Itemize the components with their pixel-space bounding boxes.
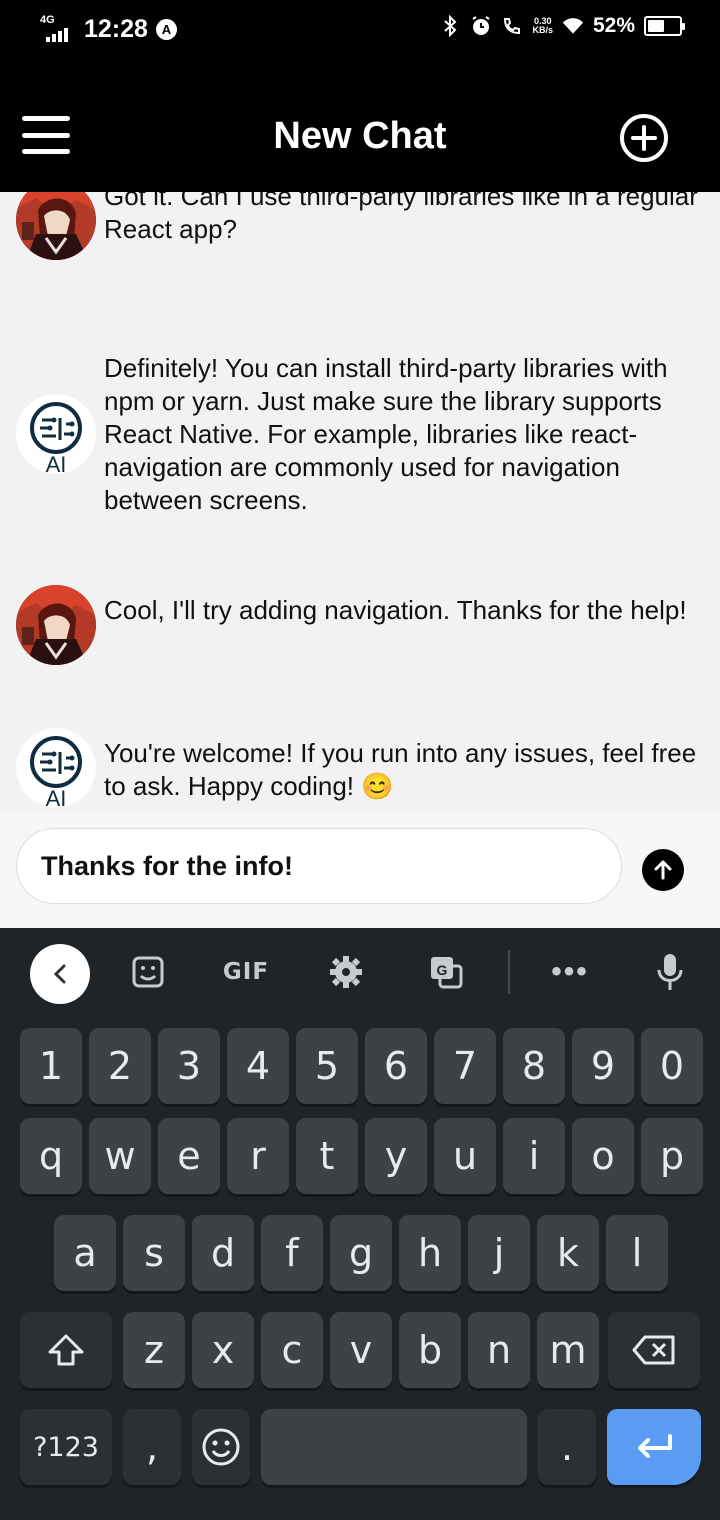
- status-bar: 4G 12:28 A 0.30 KB/s 52%: [0, 0, 720, 60]
- key-v[interactable]: v: [330, 1312, 392, 1388]
- gif-button[interactable]: GIF: [218, 952, 274, 992]
- enter-icon: [638, 1434, 672, 1458]
- key-o[interactable]: o: [572, 1118, 634, 1194]
- message-composer: Thanks for the info!: [0, 812, 720, 928]
- wifi-icon: [562, 14, 584, 38]
- symbols-key[interactable]: ?123: [20, 1409, 112, 1485]
- speed-unit: KB/s: [532, 25, 553, 35]
- user-avatar: [16, 192, 96, 260]
- enter-key[interactable]: [607, 1409, 701, 1485]
- key-i[interactable]: i: [503, 1118, 565, 1194]
- key-q[interactable]: q: [20, 1118, 82, 1194]
- key-h[interactable]: h: [399, 1215, 461, 1291]
- send-button[interactable]: [642, 849, 684, 891]
- toolbar-divider: [508, 950, 510, 994]
- keyboard-back-button[interactable]: [30, 944, 90, 1004]
- key-8[interactable]: 8: [503, 1028, 565, 1104]
- bluetooth-icon: [439, 14, 461, 38]
- space-bar[interactable]: [261, 1409, 527, 1485]
- new-chat-button[interactable]: [618, 112, 670, 164]
- key-l[interactable]: l: [606, 1215, 668, 1291]
- message-text: Cool, I'll try adding navigation. Thanks…: [104, 595, 687, 625]
- key-w[interactable]: w: [89, 1118, 151, 1194]
- emoji-icon: [202, 1428, 240, 1466]
- key-c[interactable]: c: [261, 1312, 323, 1388]
- key-k[interactable]: k: [537, 1215, 599, 1291]
- key-b[interactable]: b: [399, 1312, 461, 1388]
- keyboard: GIF G ••• 1234567890 qwertyuiop asdfghjkl z…: [0, 928, 720, 1520]
- shift-icon: [48, 1334, 84, 1366]
- key-4[interactable]: 4: [227, 1028, 289, 1104]
- wifi-calling-icon: [501, 14, 523, 38]
- arrow-up-icon: [654, 860, 672, 880]
- microphone-icon[interactable]: [652, 952, 688, 992]
- key-z[interactable]: z: [123, 1312, 185, 1388]
- key-0[interactable]: 0: [641, 1028, 703, 1104]
- key-n[interactable]: n: [468, 1312, 530, 1388]
- key-comma[interactable]: ,: [123, 1409, 181, 1485]
- battery-fill: [648, 20, 664, 32]
- key-y[interactable]: y: [365, 1118, 427, 1194]
- chat-messages[interactable]: Got it. Can I use third-party libraries …: [0, 192, 720, 812]
- key-t[interactable]: t: [296, 1118, 358, 1194]
- key-u[interactable]: u: [434, 1118, 496, 1194]
- backspace-key[interactable]: [608, 1312, 700, 1388]
- backspace-icon: [632, 1335, 675, 1365]
- key-period[interactable]: .: [538, 1409, 596, 1485]
- chevron-left-icon: [53, 964, 66, 984]
- key-5[interactable]: 5: [296, 1028, 358, 1104]
- svg-text:G: G: [437, 962, 448, 978]
- more-icon[interactable]: •••: [550, 952, 590, 992]
- battery-icon: [644, 16, 685, 36]
- ai-avatar: [16, 394, 96, 474]
- key-x[interactable]: x: [192, 1312, 254, 1388]
- message-input[interactable]: Thanks for the info!: [16, 828, 622, 904]
- key-p[interactable]: p: [641, 1118, 703, 1194]
- key-7[interactable]: 7: [434, 1028, 496, 1104]
- key-r[interactable]: r: [227, 1118, 289, 1194]
- key-g[interactable]: g: [330, 1215, 392, 1291]
- message-text: Got it. Can I use third-party libraries …: [104, 192, 698, 244]
- key-f[interactable]: f: [261, 1215, 323, 1291]
- battery-percentage: 52%: [592, 14, 635, 37]
- key-a[interactable]: a: [54, 1215, 116, 1291]
- key-j[interactable]: j: [468, 1215, 530, 1291]
- key-2[interactable]: 2: [89, 1028, 151, 1104]
- key-d[interactable]: d: [192, 1215, 254, 1291]
- alarm-icon: [470, 14, 492, 38]
- key-9[interactable]: 9: [572, 1028, 634, 1104]
- network-type: 4G: [40, 14, 55, 26]
- translate-icon[interactable]: G: [426, 952, 466, 992]
- key-6[interactable]: 6: [365, 1028, 427, 1104]
- emoji-key[interactable]: [192, 1409, 250, 1485]
- message-text: Definitely! You can install third-party …: [104, 353, 668, 515]
- clock: 12:28: [84, 14, 148, 43]
- auto-icon: A: [155, 18, 177, 40]
- key-e[interactable]: e: [158, 1118, 220, 1194]
- key-1[interactable]: 1: [20, 1028, 82, 1104]
- status-left: 4G 12:28 A: [40, 14, 177, 44]
- shift-key[interactable]: [20, 1312, 112, 1388]
- keyboard-toolbar: GIF G •••: [0, 928, 720, 1018]
- key-s[interactable]: s: [123, 1215, 185, 1291]
- gear-icon[interactable]: [326, 952, 366, 992]
- page-title: New Chat: [273, 115, 447, 157]
- status-right: 0.30 KB/s 52%: [439, 14, 685, 38]
- sticker-icon[interactable]: [128, 952, 168, 992]
- cellular-signal-icon: 4G: [40, 14, 76, 44]
- plus-circle-icon: [620, 114, 668, 162]
- network-speed: 0.30 KB/s: [532, 17, 553, 35]
- app-header: New Chat: [0, 60, 720, 192]
- key-m[interactable]: m: [537, 1312, 599, 1388]
- message-text: You're welcome! If you run into any issu…: [104, 738, 697, 801]
- ai-avatar: [16, 728, 96, 808]
- user-avatar: [16, 585, 96, 665]
- key-3[interactable]: 3: [158, 1028, 220, 1104]
